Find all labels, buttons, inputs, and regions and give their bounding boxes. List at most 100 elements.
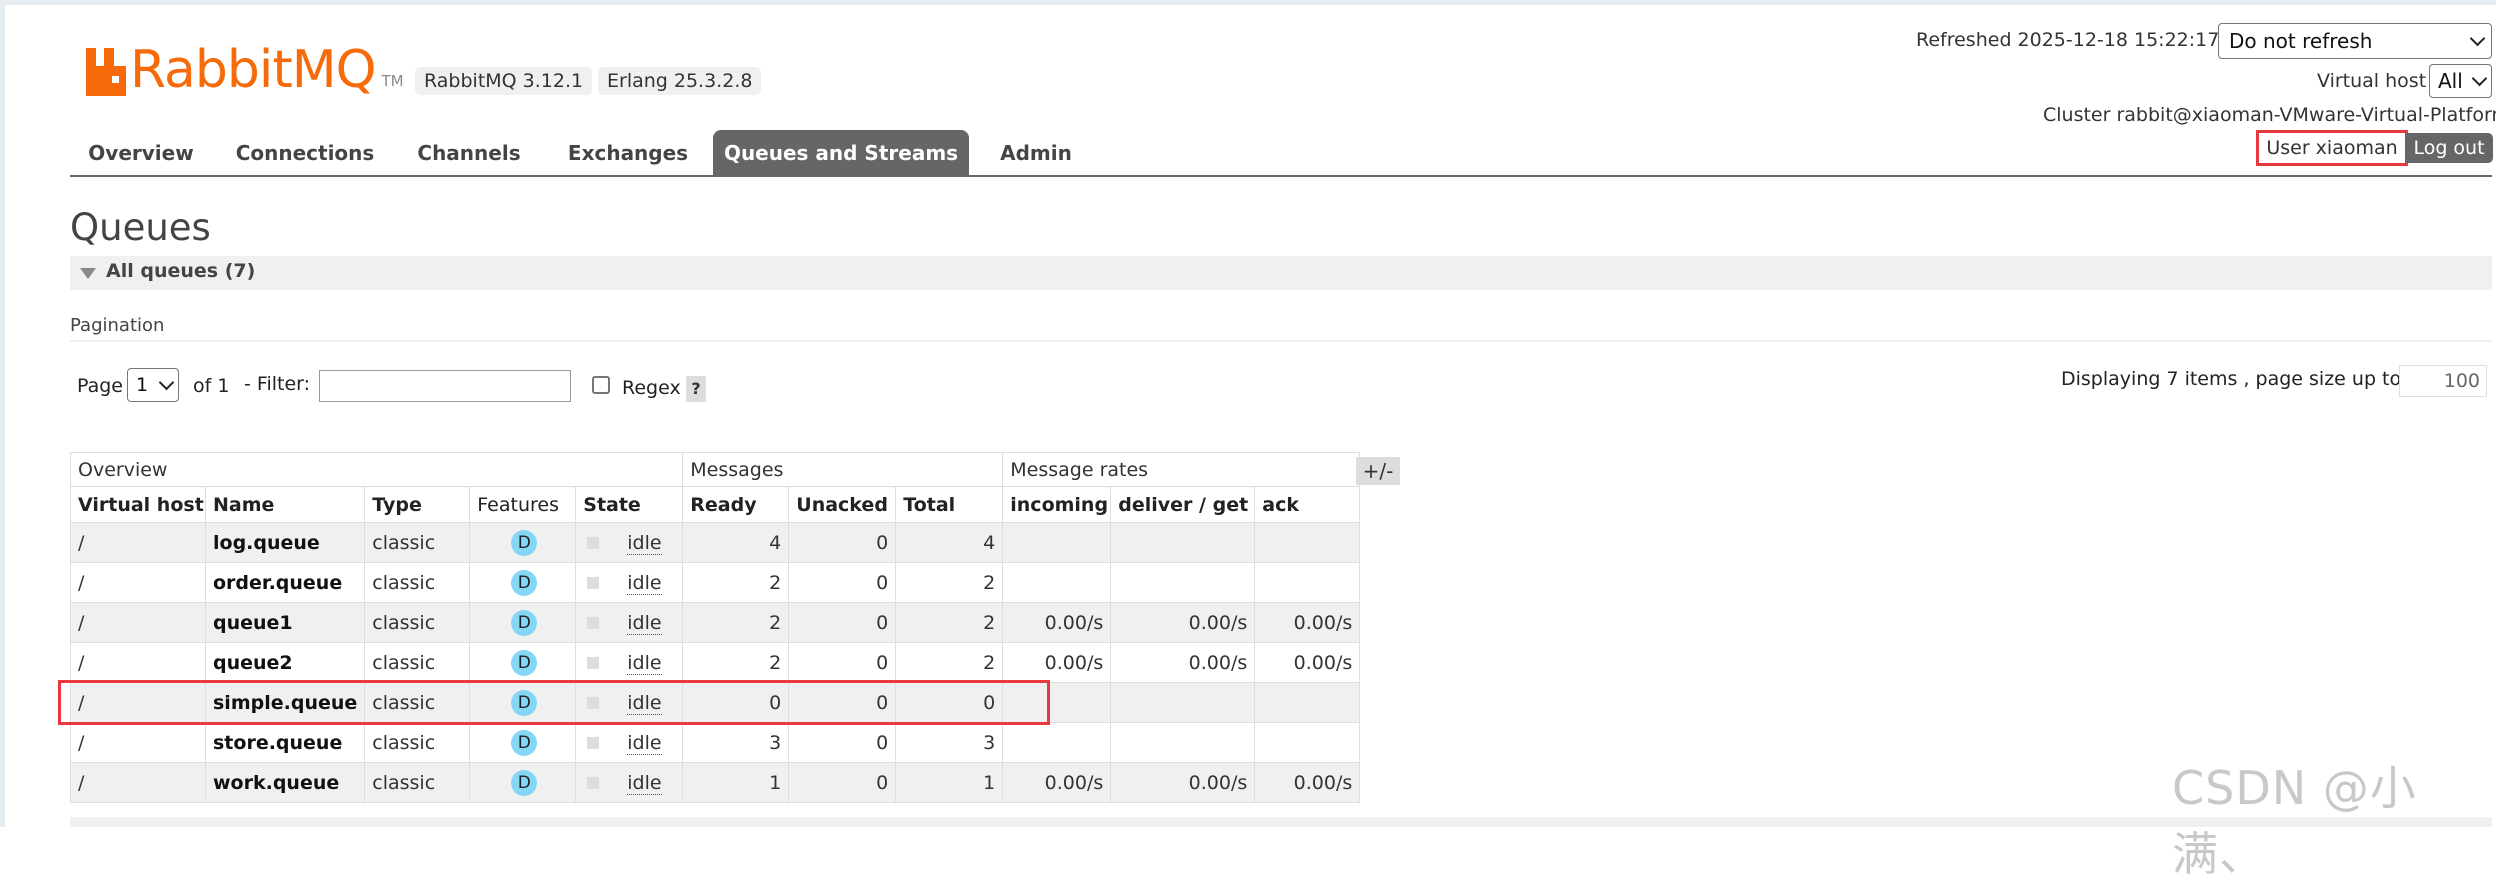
- tab-overview[interactable]: Overview: [70, 130, 212, 176]
- column-header-virtual-host[interactable]: Virtual host: [70, 486, 206, 523]
- queue-state: idle: [575, 722, 684, 763]
- durable-badge: D: [511, 529, 538, 556]
- cell-vhost: /: [70, 602, 206, 643]
- cell-vhost: /: [70, 522, 206, 563]
- table-row: / log.queue classic Didle 4 0 4: [70, 522, 1361, 563]
- pagination-section-label[interactable]: Pagination: [70, 315, 164, 336]
- collapse-triangle-icon: [80, 268, 96, 279]
- refreshed-timestamp: Refreshed 2025-12-18 15:22:17: [1916, 29, 2220, 51]
- cell-total: 2: [895, 642, 1004, 683]
- table-row: / queue2 classic Didle 2 0 2 0.00/s 0.00/s 0.00/s: [70, 642, 1361, 683]
- cell-deliver: 0.00/s: [1110, 762, 1256, 803]
- cell-vhost: /: [70, 642, 206, 683]
- cell-ready: 3: [682, 722, 790, 763]
- current-user: User xiaoman: [2256, 130, 2408, 166]
- cell-ack: 0.00/s: [1254, 762, 1361, 803]
- cell-total: 2: [895, 602, 1004, 643]
- column-header-features[interactable]: Features: [469, 486, 577, 523]
- cell-total: 4: [895, 522, 1004, 563]
- queue-name-link[interactable]: order.queue: [204, 562, 366, 603]
- cell-ack: [1254, 722, 1361, 763]
- virtual-host-value: All: [2438, 69, 2463, 93]
- refresh-interval-select[interactable]: Do not refresh: [2218, 23, 2492, 59]
- state-label: idle: [627, 731, 662, 755]
- rabbitmq-version-badge: RabbitMQ 3.12.1: [415, 67, 593, 95]
- cell-ready: 2: [682, 602, 790, 643]
- cell-type: classic: [364, 642, 471, 683]
- chevron-down-icon: [158, 374, 175, 391]
- column-header-total[interactable]: Total: [895, 486, 1004, 523]
- tab-admin[interactable]: Admin: [976, 130, 1096, 176]
- column-header-type[interactable]: Type: [364, 486, 471, 523]
- cell-type: classic: [364, 722, 471, 763]
- state-indicator-icon: [587, 577, 600, 589]
- queue-features: D: [469, 562, 577, 603]
- queue-name-link[interactable]: queue1: [204, 602, 366, 643]
- tab-queues-and-streams[interactable]: Queues and Streams: [713, 130, 969, 176]
- queue-features: D: [469, 522, 577, 563]
- state-indicator-icon: [587, 657, 600, 669]
- page-size-input[interactable]: 100: [2399, 365, 2487, 397]
- table-row: / queue1 classic Didle 2 0 2 0.00/s 0.00/s 0.00/s: [70, 602, 1361, 643]
- cell-unacked: 0: [788, 762, 897, 803]
- durable-badge: D: [511, 609, 538, 636]
- cell-vhost: /: [70, 762, 206, 803]
- cell-unacked: 0: [788, 602, 897, 643]
- column-header-incoming[interactable]: incoming: [1002, 486, 1112, 523]
- cell-ack: [1254, 522, 1361, 563]
- cell-ack: 0.00/s: [1254, 602, 1361, 643]
- cell-type: classic: [364, 762, 471, 803]
- cell-incoming: [1002, 562, 1112, 603]
- cluster-name: Cluster rabbit@xiaoman-VMware-Virtual-Pl…: [2043, 104, 2496, 126]
- erlang-version-badge: Erlang 25.3.2.8: [598, 67, 762, 95]
- column-header-ack[interactable]: ack: [1254, 486, 1361, 523]
- toggle-columns-button[interactable]: +/-: [1356, 457, 1400, 485]
- state-indicator-icon: [587, 617, 600, 629]
- queue-name-link[interactable]: log.queue: [204, 522, 366, 563]
- filter-input[interactable]: [319, 370, 571, 402]
- cell-ack: 0.00/s: [1254, 642, 1361, 683]
- cell-ready: 2: [682, 562, 790, 603]
- page-select[interactable]: 1: [127, 368, 179, 402]
- cell-unacked: 0: [788, 562, 897, 603]
- column-header-name[interactable]: Name: [204, 486, 366, 523]
- queue-features: D: [469, 762, 577, 803]
- cell-incoming: [1002, 722, 1112, 763]
- rabbitmq-logo[interactable]: RabbitMQ TM: [86, 36, 404, 96]
- queue-state: idle: [575, 562, 684, 603]
- virtual-host-select[interactable]: All: [2429, 64, 2492, 98]
- column-header-state[interactable]: State: [575, 486, 684, 523]
- cell-type: classic: [364, 602, 471, 643]
- column-header-ready[interactable]: Ready: [682, 486, 790, 523]
- cell-ready: 1: [682, 762, 790, 803]
- queue-name-link[interactable]: queue2: [204, 642, 366, 683]
- tab-channels[interactable]: Channels: [398, 130, 540, 176]
- queue-name-link[interactable]: work.queue: [204, 762, 366, 803]
- queue-state: idle: [575, 522, 684, 563]
- column-header-unacked[interactable]: Unacked: [788, 486, 897, 523]
- nav-divider: [70, 175, 2492, 177]
- cell-unacked: 0: [788, 722, 897, 763]
- state-label: idle: [627, 651, 662, 675]
- tab-connections[interactable]: Connections: [222, 130, 388, 176]
- state-indicator-icon: [587, 737, 600, 749]
- virtual-host-label: Virtual host: [2317, 70, 2427, 92]
- tab-exchanges[interactable]: Exchanges: [550, 130, 706, 176]
- regex-help-button[interactable]: ?: [686, 376, 706, 402]
- cell-unacked: 0: [788, 522, 897, 563]
- state-indicator-icon: [587, 777, 600, 789]
- queue-name-link[interactable]: store.queue: [204, 722, 366, 763]
- cell-deliver: 0.00/s: [1110, 602, 1256, 643]
- table-row: / order.queue classic Didle 2 0 2: [70, 562, 1361, 603]
- regex-checkbox[interactable]: [592, 376, 610, 394]
- all-queues-section-toggle[interactable]: All queues (7): [70, 256, 2492, 290]
- column-header-deliver-get[interactable]: deliver / get: [1110, 486, 1256, 523]
- queue-features: D: [469, 602, 577, 643]
- cell-deliver: [1110, 522, 1256, 563]
- cell-total: 1: [895, 762, 1004, 803]
- highlight-simple-queue-row: [58, 680, 1050, 725]
- cell-vhost: /: [70, 722, 206, 763]
- table-row: / store.queue classic Didle 3 0 3: [70, 722, 1361, 763]
- logo-text: RabbitMQ: [130, 40, 376, 100]
- logout-button[interactable]: Log out: [2405, 133, 2493, 163]
